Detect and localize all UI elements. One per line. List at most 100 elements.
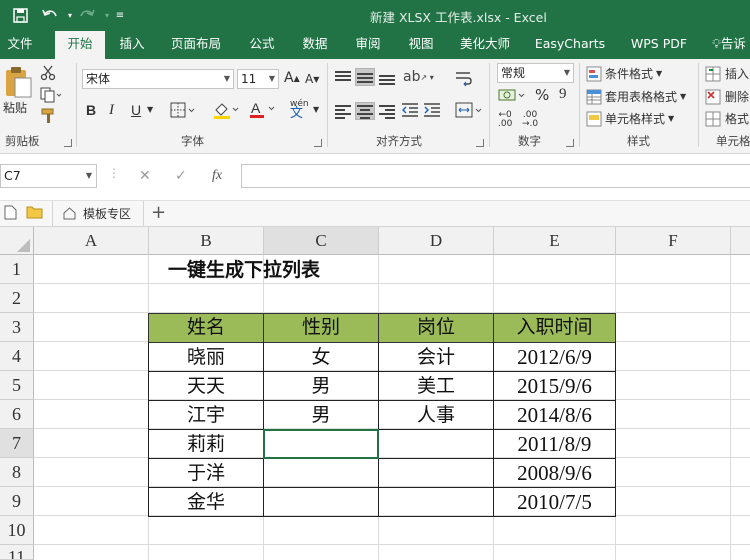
tab-data[interactable]: 数据 <box>295 31 335 59</box>
number-launcher-icon[interactable] <box>566 139 574 147</box>
tab-beautify[interactable]: 美化大师 <box>452 31 518 59</box>
chevron-down-icon[interactable]: ▼ <box>313 105 319 114</box>
save-icon[interactable] <box>8 4 32 26</box>
new-document-icon[interactable] <box>4 205 17 220</box>
table-header-cell[interactable]: 姓名 <box>148 313 264 343</box>
wrap-text-icon[interactable] <box>455 71 473 87</box>
increase-font-icon[interactable]: A ▲ <box>284 70 300 86</box>
table-cell[interactable]: 美工 <box>379 372 493 401</box>
table-cell[interactable]: 2011/8/9 <box>494 430 615 459</box>
row-header[interactable]: 4 <box>0 342 34 371</box>
tab-tell-me[interactable]: 💡︎告诉 <box>708 31 750 59</box>
table-cell[interactable]: 2014/8/6 <box>494 401 615 430</box>
decrease-font-icon[interactable]: A ▼ <box>305 72 319 86</box>
delete-cells-button[interactable]: 删除 <box>705 88 749 105</box>
more-options-icon[interactable]: ⋮ <box>108 166 120 180</box>
table-header-cell[interactable]: 岗位 <box>378 313 494 343</box>
column-header[interactable]: C <box>264 227 379 255</box>
table-cell[interactable]: 天天 <box>149 372 263 401</box>
row-header[interactable]: 5 <box>0 371 34 400</box>
format-painter-icon[interactable] <box>40 108 56 124</box>
table-cell[interactable] <box>379 488 493 517</box>
table-cell[interactable]: 金华 <box>149 488 263 517</box>
column-header[interactable]: B <box>149 227 264 255</box>
merge-center-icon[interactable] <box>455 102 483 118</box>
row-header[interactable]: 3 <box>0 313 34 342</box>
clipboard-launcher-icon[interactable] <box>64 139 72 147</box>
tab-home[interactable]: 开始 <box>55 31 105 59</box>
align-center-icon[interactable] <box>355 102 375 120</box>
tab-easycharts[interactable]: EasyCharts <box>533 31 607 59</box>
row-header[interactable]: 10 <box>0 516 34 545</box>
table-cell[interactable]: 会计 <box>379 343 493 372</box>
insert-cells-button[interactable]: 插入 <box>705 65 749 82</box>
template-tab[interactable]: 模板专区 <box>62 205 131 222</box>
tab-file[interactable]: 文件 <box>0 31 40 59</box>
row-header[interactable]: 2 <box>0 284 34 313</box>
border-icon[interactable] <box>170 102 196 118</box>
column-header[interactable]: D <box>379 227 494 255</box>
table-cell[interactable]: 男 <box>264 401 378 430</box>
table-cell[interactable]: 2008/9/6 <box>494 459 615 488</box>
percent-button[interactable]: % <box>535 86 549 104</box>
underline-button[interactable]: U <box>131 102 141 118</box>
alignment-launcher-icon[interactable] <box>476 139 484 147</box>
align-middle-icon[interactable] <box>355 68 375 86</box>
font-color-icon[interactable]: A <box>248 100 276 119</box>
cut-icon[interactable] <box>40 65 56 81</box>
table-cell[interactable]: 男 <box>264 372 378 401</box>
orientation-icon[interactable]: ab ↗ ▾ <box>403 69 434 85</box>
enter-icon[interactable]: ✓ <box>175 168 187 184</box>
bold-button[interactable]: B <box>86 102 96 118</box>
row-header[interactable]: 1 <box>0 255 34 284</box>
font-name-select[interactable]: 宋体 ▼ <box>82 69 234 89</box>
formula-input[interactable] <box>241 164 750 188</box>
table-cell[interactable] <box>379 459 493 488</box>
align-top-icon[interactable] <box>334 69 352 85</box>
column-header[interactable]: E <box>494 227 616 255</box>
fill-color-icon[interactable] <box>212 101 240 119</box>
row-header[interactable]: 7 <box>0 429 34 458</box>
tab-wps-pdf[interactable]: WPS PDF <box>626 31 692 59</box>
select-all-corner[interactable] <box>0 227 34 255</box>
phonetic-button[interactable]: wén 文 <box>290 99 309 120</box>
sheet-title-cell[interactable]: 一键生成下拉列表 <box>168 256 320 285</box>
tab-insert[interactable]: 插入 <box>112 31 152 59</box>
row-header[interactable]: 11 <box>0 545 34 560</box>
row-header[interactable]: 6 <box>0 400 34 429</box>
table-cell[interactable] <box>379 430 493 459</box>
paste-button[interactable] <box>3 65 35 101</box>
row-header[interactable]: 8 <box>0 458 34 487</box>
customize-toolbar-icon[interactable]: ≡ <box>108 4 132 26</box>
cancel-icon[interactable]: ✕ <box>139 168 151 184</box>
tab-review[interactable]: 审阅 <box>348 31 388 59</box>
table-cell[interactable] <box>264 459 378 488</box>
table-cell[interactable]: 2012/6/9 <box>494 343 615 372</box>
table-cell[interactable]: 人事 <box>379 401 493 430</box>
row-header[interactable]: 9 <box>0 487 34 516</box>
chevron-down-icon[interactable]: ▼ <box>147 105 153 114</box>
format-cells-button[interactable]: 格式 <box>705 110 749 127</box>
table-header-cell[interactable]: 入职时间 <box>493 313 616 343</box>
tab-view[interactable]: 视图 <box>401 31 441 59</box>
add-tab-button[interactable]: + <box>151 202 166 223</box>
folder-icon[interactable] <box>26 205 43 219</box>
copy-icon[interactable] <box>40 87 62 103</box>
table-cell[interactable] <box>264 430 378 459</box>
comma-button[interactable]: 9 <box>559 86 567 103</box>
currency-icon[interactable] <box>498 87 526 103</box>
cell-style-button[interactable]: 单元格样式 ▼ <box>586 110 674 127</box>
table-cell[interactable]: 2010/7/5 <box>494 488 615 517</box>
column-header[interactable] <box>731 227 750 255</box>
increase-decimal-icon[interactable]: ←0.00 <box>498 111 512 129</box>
decrease-indent-icon[interactable] <box>401 102 419 118</box>
tab-formulas[interactable]: 公式 <box>242 31 282 59</box>
insert-function-button[interactable]: fx <box>212 168 222 184</box>
number-format-select[interactable]: 常规 ▼ <box>497 63 574 83</box>
table-cell[interactable] <box>264 488 378 517</box>
table-cell[interactable]: 2015/9/6 <box>494 372 615 401</box>
table-cell[interactable]: 女 <box>264 343 378 372</box>
name-box[interactable]: C7 ▼ <box>0 164 97 188</box>
table-header-cell[interactable]: 性别 <box>263 313 379 343</box>
align-right-icon[interactable] <box>378 103 396 119</box>
